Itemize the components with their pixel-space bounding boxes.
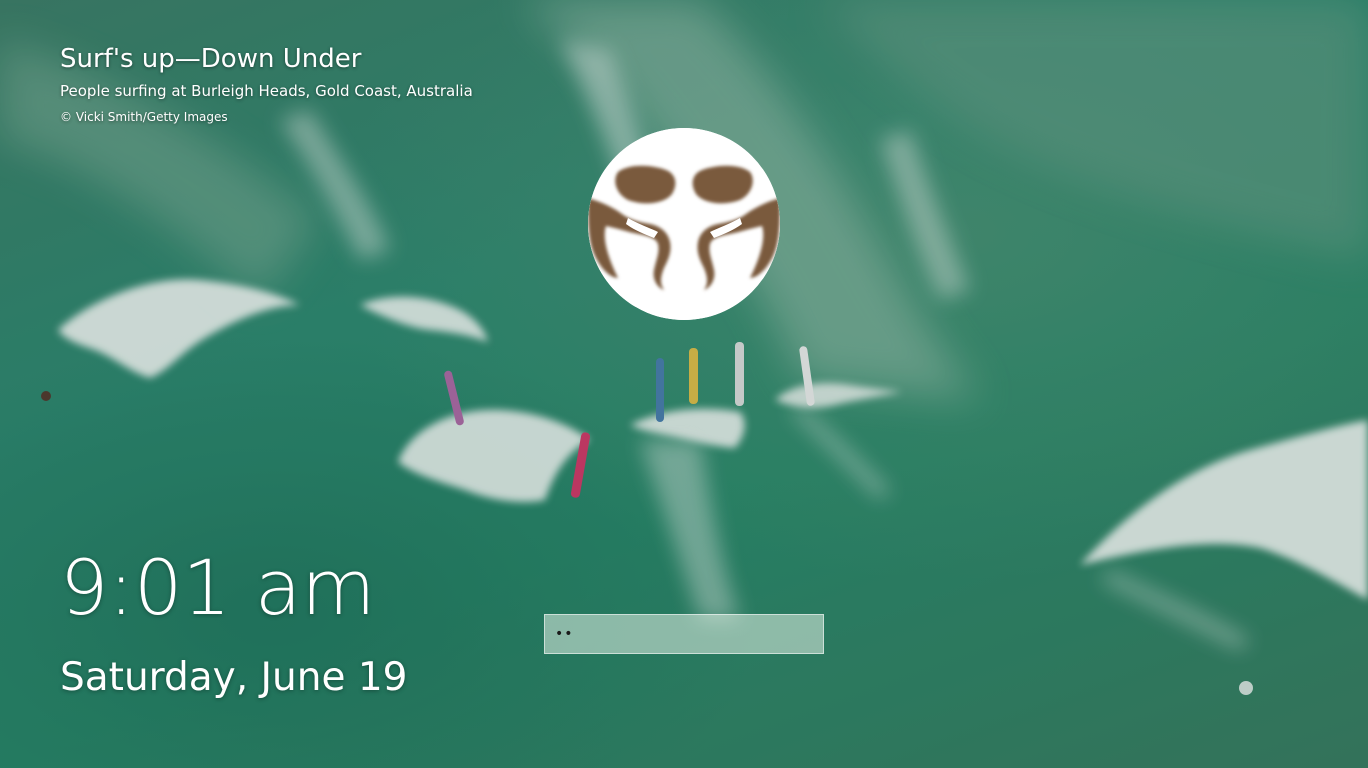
lock-time: 9:01 am (60, 543, 376, 632)
user-avatar (588, 128, 780, 320)
password-input[interactable] (555, 615, 813, 653)
lock-date: Saturday, June 19 (60, 655, 408, 700)
spotlight-credit: © Vicki Smith/Getty Images (60, 110, 228, 124)
user-avatar-icon (588, 128, 780, 320)
lock-screen: Surf's up—Down Under People surfing at B… (0, 0, 1368, 768)
spotlight-title[interactable]: Surf's up—Down Under (60, 42, 473, 76)
password-field-container[interactable] (544, 614, 824, 654)
spotlight-info: Surf's up—Down Under People surfing at B… (60, 42, 473, 126)
spotlight-subtitle: People surfing at Burleigh Heads, Gold C… (60, 82, 473, 100)
